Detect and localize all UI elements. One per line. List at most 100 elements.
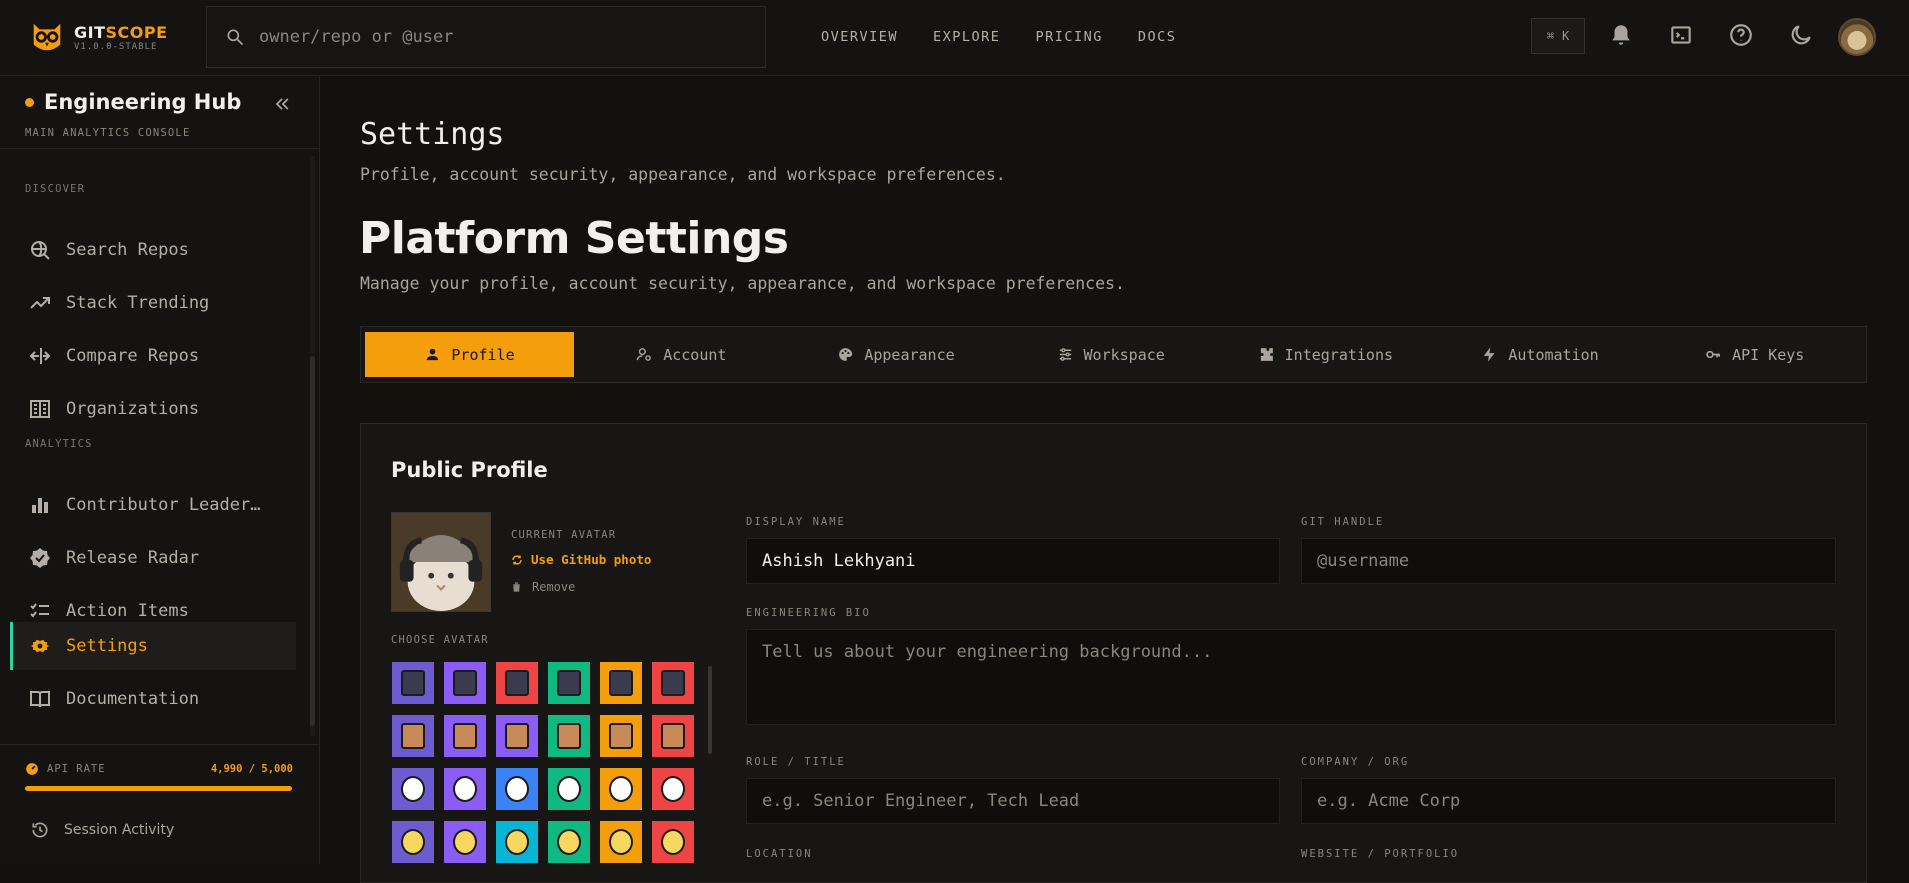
global-search[interactable] xyxy=(206,6,766,68)
avatar-face xyxy=(609,670,633,696)
use-github-photo-button[interactable]: Use GitHub photo xyxy=(511,552,651,567)
sidebar-item-label: Search Repos xyxy=(66,240,189,260)
tab-appearance[interactable]: Appearance xyxy=(789,332,1004,377)
sliders-icon xyxy=(1059,348,1071,361)
terminal-icon[interactable] xyxy=(1668,22,1694,48)
git-handle-label: GIT HANDLE xyxy=(1301,516,1385,528)
nav-pricing[interactable]: PRICING xyxy=(1035,29,1102,45)
current-avatar-label: CURRENT AVATAR xyxy=(511,529,617,541)
avatar-option[interactable] xyxy=(392,715,434,757)
sidebar-item-contributor-leaderboard[interactable]: Contributor Leader… xyxy=(10,481,296,529)
tab-label: Automation xyxy=(1508,345,1599,364)
nav-overview[interactable]: OVERVIEW xyxy=(821,29,898,45)
avatar-option[interactable] xyxy=(496,821,538,863)
nav-explore[interactable]: EXPLORE xyxy=(933,29,1000,45)
company-input[interactable] xyxy=(1317,779,1835,823)
search-icon xyxy=(227,29,244,46)
avatar-option[interactable] xyxy=(392,662,434,704)
sidebar-item-release-radar[interactable]: Release Radar xyxy=(10,534,296,582)
moon-icon[interactable] xyxy=(1788,22,1814,48)
search-input[interactable] xyxy=(259,27,739,47)
avatar-face xyxy=(453,723,477,749)
avatar-option[interactable] xyxy=(652,768,694,810)
avatar-option[interactable] xyxy=(496,768,538,810)
person-icon xyxy=(427,348,439,361)
tab-account[interactable]: Account xyxy=(574,332,789,377)
top-nav: OVERVIEW EXPLORE PRICING DOCS xyxy=(821,29,1176,45)
avatar-face xyxy=(453,670,477,696)
avatar-option[interactable] xyxy=(652,821,694,863)
help-icon[interactable] xyxy=(1728,22,1754,48)
avatar-grid-scrollbar[interactable] xyxy=(708,666,712,754)
current-avatar-image xyxy=(391,512,491,612)
user-avatar[interactable] xyxy=(1838,18,1876,56)
avatar-option[interactable] xyxy=(600,821,642,863)
sidebar-item-label: Documentation xyxy=(66,689,200,709)
section-label-analytics: ANALYTICS xyxy=(25,438,93,450)
main-content: Settings Profile, account security, appe… xyxy=(321,77,1909,883)
sidebar-item-organizations[interactable]: Organizations xyxy=(10,385,296,433)
bio-field[interactable] xyxy=(746,629,1836,725)
tab-automation[interactable]: Automation xyxy=(1433,332,1648,377)
sidebar-item-search-repos[interactable]: Search Repos xyxy=(10,226,296,274)
avatar-face xyxy=(401,829,425,855)
role-field[interactable] xyxy=(746,778,1280,824)
app-logo[interactable]: GITSCOPE V1.0.0-STABLE xyxy=(28,18,168,56)
avatar-option[interactable] xyxy=(496,662,538,704)
avatar-option[interactable] xyxy=(600,715,642,757)
sidebar-scroll-thumb[interactable] xyxy=(310,356,315,726)
api-rate-progress-bar xyxy=(25,786,293,791)
git-handle-field[interactable] xyxy=(1301,538,1836,584)
avatar-option[interactable] xyxy=(548,715,590,757)
shortcut-key: K xyxy=(1562,29,1570,43)
collapse-sidebar-icon[interactable] xyxy=(272,94,292,114)
session-activity-link[interactable]: Session Activity xyxy=(30,820,174,840)
workspace-header: Engineering Hub xyxy=(25,90,241,114)
sidebar-item-settings[interactable]: Settings xyxy=(10,622,296,670)
avatar-option[interactable] xyxy=(392,768,434,810)
key-icon xyxy=(1706,350,1721,359)
avatar-option[interactable] xyxy=(392,821,434,863)
avatar-option[interactable] xyxy=(444,768,486,810)
sidebar-item-stack-trending[interactable]: Stack Trending xyxy=(10,279,296,327)
avatar-option[interactable] xyxy=(496,715,538,757)
nav-docs[interactable]: DOCS xyxy=(1138,29,1177,45)
avatar-face xyxy=(557,829,581,855)
avatar-option[interactable] xyxy=(600,662,642,704)
status-dot xyxy=(25,97,34,107)
sidebar-item-compare-repos[interactable]: Compare Repos xyxy=(10,332,296,380)
remove-avatar-button[interactable]: Remove xyxy=(511,580,575,594)
workspace-subtitle: MAIN ANALYTICS CONSOLE xyxy=(25,127,191,139)
trash-icon xyxy=(513,582,520,592)
public-profile-panel: Public Profile CURRENT AVATAR Use GitHub… xyxy=(360,423,1867,883)
display-name-input[interactable] xyxy=(762,539,1279,583)
company-field[interactable] xyxy=(1301,778,1836,824)
tab-label: API Keys xyxy=(1732,345,1805,364)
remove-label: Remove xyxy=(532,580,576,594)
role-input[interactable] xyxy=(762,779,1279,823)
tab-workspace[interactable]: Workspace xyxy=(1003,332,1218,377)
avatar-option[interactable] xyxy=(548,662,590,704)
bio-textarea[interactable] xyxy=(762,630,1835,724)
bell-icon[interactable] xyxy=(1608,22,1634,48)
avatar-option[interactable] xyxy=(548,821,590,863)
git-handle-input[interactable] xyxy=(1317,539,1835,583)
search-globe-icon xyxy=(31,241,50,260)
tab-profile[interactable]: Profile xyxy=(365,332,574,377)
sidebar-item-label: Stack Trending xyxy=(66,293,210,313)
sidebar-item-documentation[interactable]: Documentation xyxy=(10,675,296,723)
avatar-option[interactable] xyxy=(652,715,694,757)
tab-integrations[interactable]: Integrations xyxy=(1218,332,1433,377)
tab-api-keys[interactable]: API Keys xyxy=(1647,332,1862,377)
sidebar-item-label: Compare Repos xyxy=(66,346,200,366)
avatar-option[interactable] xyxy=(444,821,486,863)
avatar-option[interactable] xyxy=(600,768,642,810)
avatar-option[interactable] xyxy=(444,715,486,757)
avatar-option[interactable] xyxy=(652,662,694,704)
avatar-face xyxy=(557,670,581,696)
display-name-field[interactable] xyxy=(746,538,1280,584)
command-palette-button[interactable]: ⌘ K xyxy=(1531,18,1585,54)
avatar-option[interactable] xyxy=(444,662,486,704)
puzzle-icon xyxy=(1260,348,1273,361)
avatar-option[interactable] xyxy=(548,768,590,810)
